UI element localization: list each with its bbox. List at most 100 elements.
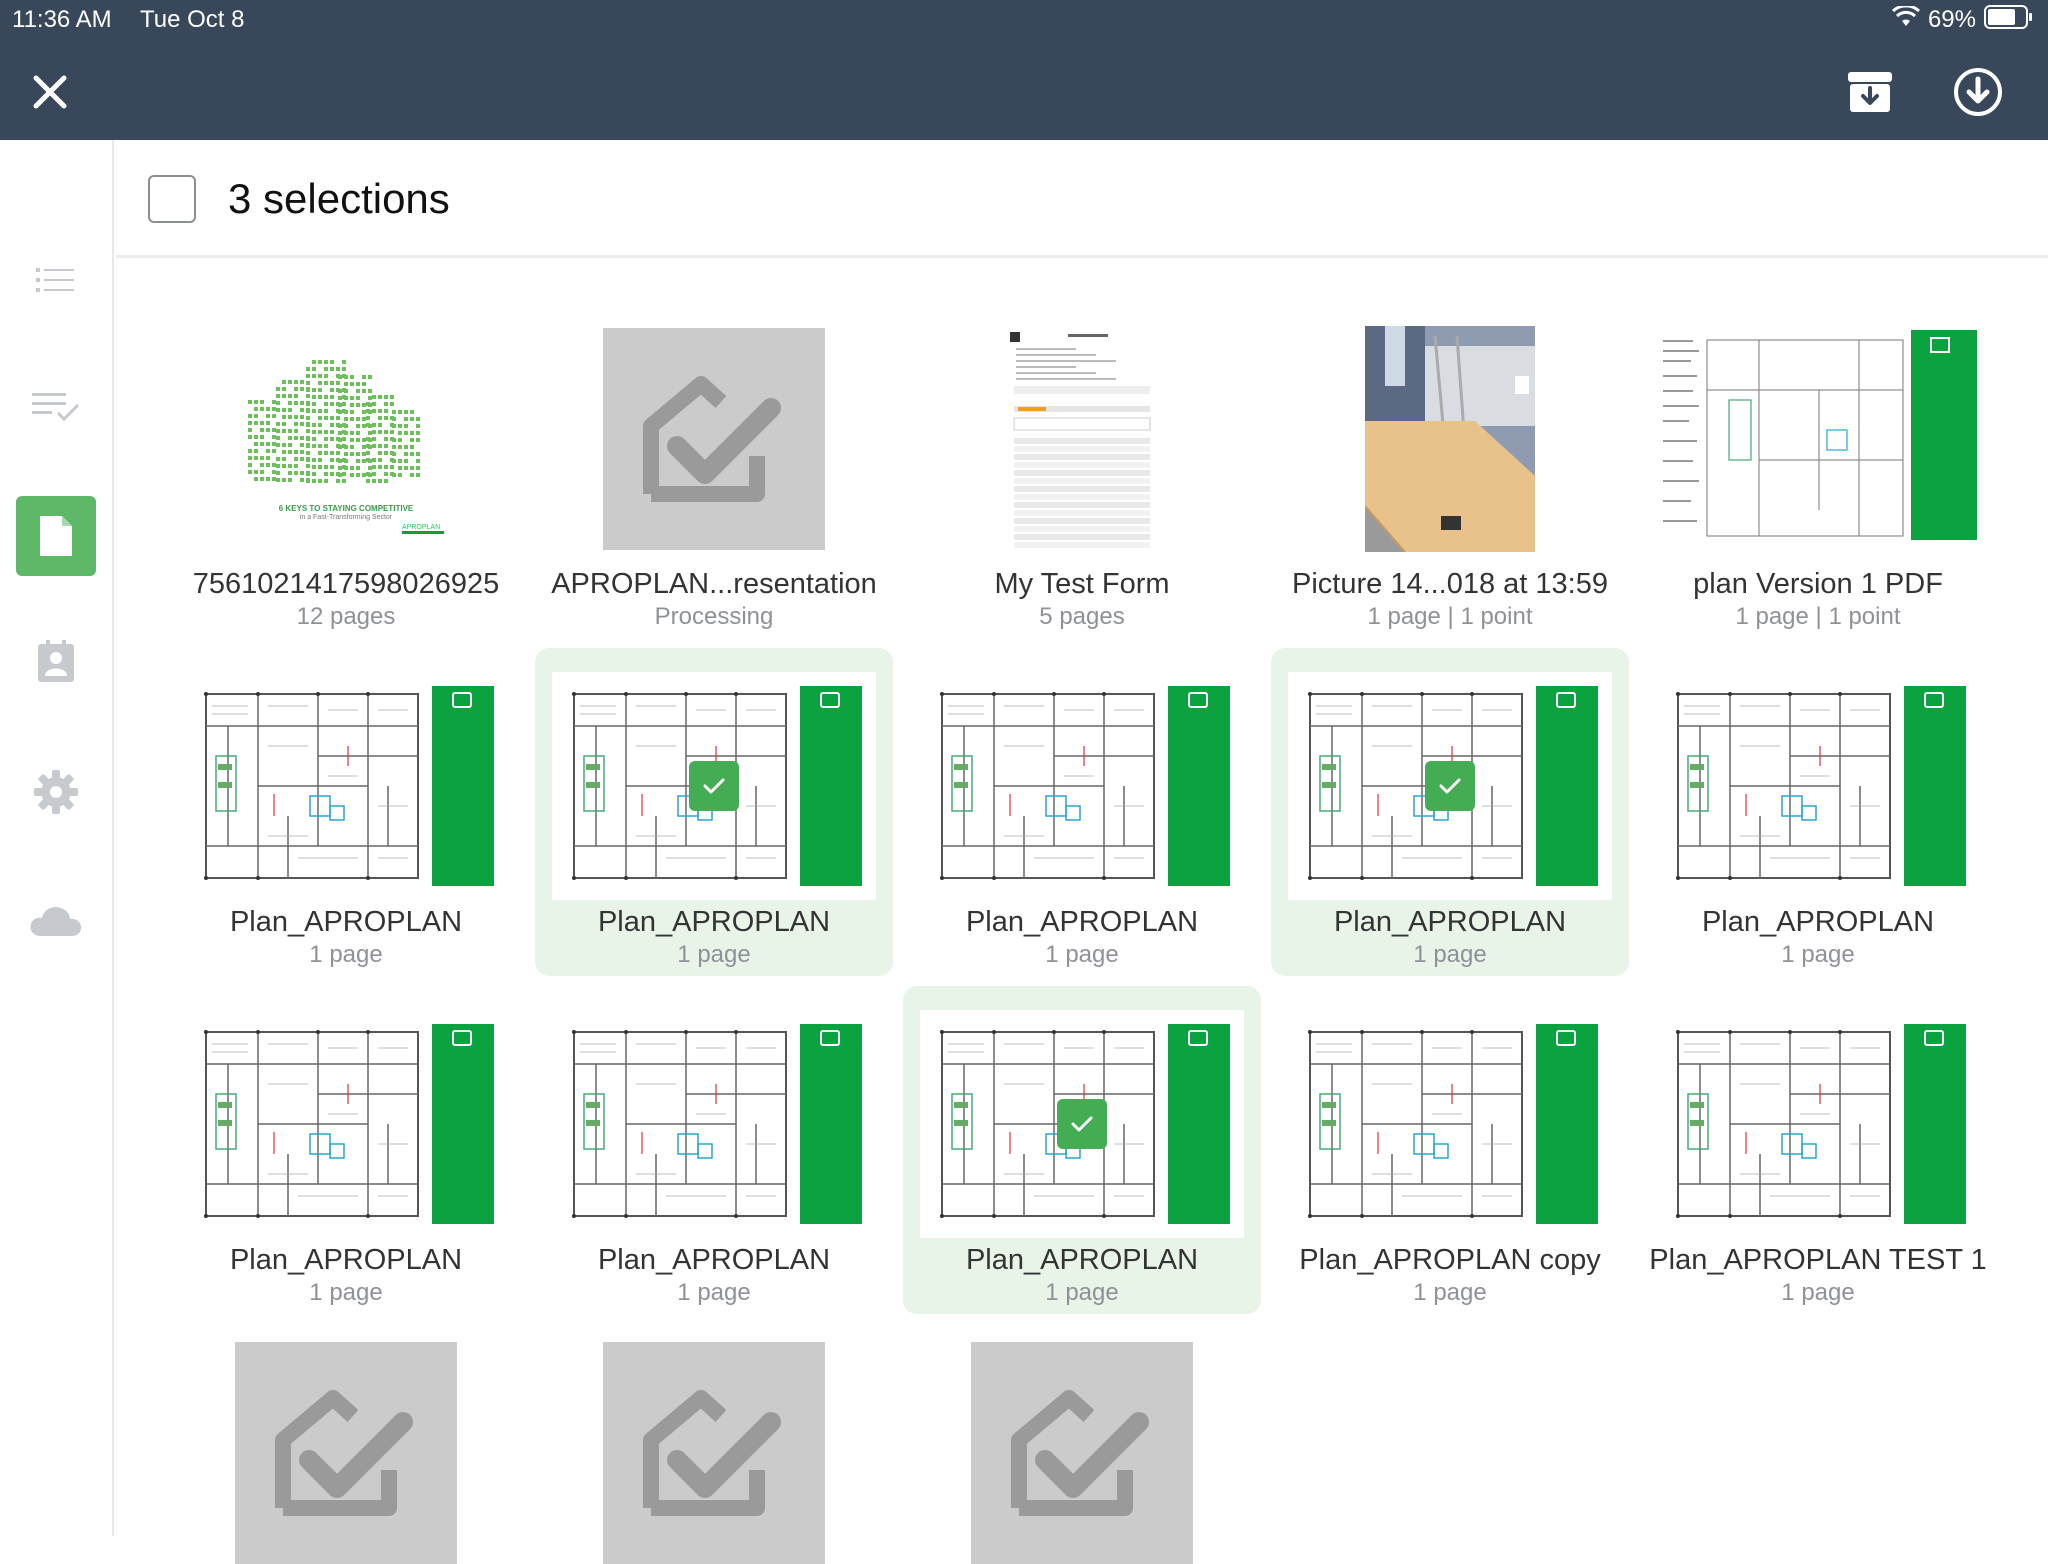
- plan-drawing: [204, 692, 419, 880]
- plan-thumbnail: [566, 686, 862, 886]
- aproplan-logo-icon: [452, 692, 472, 708]
- tile-subtitle: 1 page: [309, 941, 383, 968]
- sidebar-item-tasks[interactable]: [16, 366, 96, 446]
- sidebar: [0, 140, 114, 1536]
- aproplan-logo-icon: [1556, 692, 1576, 708]
- plan-thumbnail: [198, 1024, 494, 1224]
- plan-thumbnail: [566, 1024, 862, 1224]
- plan-thumbnail: [1302, 686, 1598, 886]
- plan-thumbnail: [198, 686, 494, 886]
- placeholder-thumbnail: [603, 1342, 825, 1564]
- document-tile[interactable]: Plan_APROPLAN 1 page: [903, 648, 1261, 976]
- status-time: 11:36 AM: [12, 6, 112, 33]
- document-tile[interactable]: Plan_APROPLAN 1 page: [167, 648, 525, 976]
- close-icon: [33, 75, 67, 109]
- tile-name: Picture 14...018 at 13:59: [1292, 568, 1608, 600]
- wifi-icon: [1891, 3, 1920, 35]
- aproplan-logo-icon: [1188, 1030, 1208, 1046]
- plan-brand-strip: [800, 686, 862, 886]
- document-tile[interactable]: Plan_APROPLAN 1 page: [1271, 648, 1629, 976]
- office-photo: [1364, 326, 1535, 553]
- tile-name: Plan_APROPLAN TEST 1: [1649, 1244, 1987, 1276]
- document-tile[interactable]: plan Version 1 PDF 1 page | 1 point: [1639, 310, 1997, 638]
- archive-icon: [1848, 72, 1892, 112]
- tile-name: Plan_APROPLAN: [229, 906, 463, 938]
- plan-brand-strip: [1168, 686, 1230, 886]
- form-thumbnail: [1008, 328, 1156, 550]
- plan-thumbnail: [1302, 1024, 1598, 1224]
- plan-drawing: [572, 692, 787, 880]
- document-tile[interactable]: [167, 1324, 525, 1564]
- plan-drawing: [940, 1030, 1155, 1218]
- cover-title: 6 KEYS TO STAYING COMPETITIVE: [278, 504, 414, 513]
- doc-cover-thumbnail: 6 KEYS TO STAYING COMPETITIVE in a Fast-T…: [216, 340, 476, 540]
- placeholder-thumbnail: [971, 1342, 1193, 1564]
- plan-thumbnail: [934, 1024, 1230, 1224]
- document-tile[interactable]: APROPLAN...resentation Processing: [535, 310, 893, 638]
- select-all-checkbox[interactable]: [148, 175, 196, 223]
- checkmark-icon: [1071, 1116, 1093, 1132]
- plan-brand-strip: [1904, 686, 1966, 886]
- document-tile[interactable]: Plan_APROPLAN 1 page: [535, 986, 893, 1314]
- tile-name: Plan_APROPLAN: [965, 1244, 1199, 1276]
- placeholder-thumbnail: [235, 1342, 457, 1564]
- plan-brand-strip: [1904, 1024, 1966, 1224]
- document-tile[interactable]: Plan_APROPLAN 1 page: [1639, 648, 1997, 976]
- tile-subtitle: 1 page: [677, 941, 751, 968]
- download-button[interactable]: [1952, 66, 2004, 118]
- document-tile[interactable]: Plan_APROPLAN copy 1 page: [1271, 986, 1629, 1314]
- document-tile[interactable]: Plan_APROPLAN 1 page: [167, 986, 525, 1314]
- sidebar-item-settings[interactable]: [16, 752, 96, 832]
- document-tile[interactable]: Plan_APROPLAN TEST 1 1 page: [1639, 986, 1997, 1314]
- document-tile[interactable]: My Test Form 5 pages: [903, 310, 1261, 638]
- document-tile[interactable]: 6 KEYS TO STAYING COMPETITIVE in a Fast-T…: [167, 310, 525, 638]
- checkmark-icon: [1439, 778, 1461, 794]
- tile-subtitle: 5 pages: [1039, 603, 1125, 630]
- document-tile[interactable]: [535, 1324, 893, 1564]
- tile-subtitle: 1 page: [1045, 941, 1119, 968]
- document-tile[interactable]: [903, 1324, 1261, 1564]
- settings-gear-icon: [34, 770, 78, 814]
- placeholder-check-icon: [1011, 1390, 1149, 1516]
- battery-icon: [1984, 4, 2034, 36]
- tile-subtitle: 1 page: [1413, 1279, 1487, 1306]
- placeholder-thumbnail: [603, 328, 825, 550]
- tile-name: Plan_APROPLAN: [1333, 906, 1567, 938]
- tile-subtitle: 1 page: [1781, 941, 1855, 968]
- tile-subtitle: 1 page | 1 point: [1735, 603, 1901, 630]
- tile-name: My Test Form: [994, 568, 1170, 600]
- archive-button[interactable]: [1844, 66, 1896, 118]
- tile-subtitle: 12 pages: [296, 603, 396, 630]
- tile-name: 7561021417598026925: [192, 568, 500, 600]
- top-bar: 11:36 AM Tue Oct 8 69%: [0, 0, 2048, 140]
- sidebar-item-cloud[interactable]: [16, 880, 96, 960]
- aproplan-logo-icon: [820, 1030, 840, 1046]
- placeholder-check-icon: [643, 376, 781, 502]
- selected-check-badge: [1425, 761, 1475, 811]
- plan-drawing: [572, 1030, 787, 1218]
- sidebar-item-documents[interactable]: [16, 496, 96, 576]
- close-button[interactable]: [28, 70, 72, 114]
- placeholder-check-icon: [275, 1390, 413, 1516]
- tile-name: Plan_APROPLAN: [229, 1244, 463, 1276]
- aproplan-logo-icon: [452, 1030, 472, 1046]
- document-tile[interactable]: Plan_APROPLAN 1 page: [903, 986, 1261, 1314]
- aproplan-logo-icon: [1188, 692, 1208, 708]
- plan-drawing: [940, 692, 1155, 880]
- aproplan-logo-icon: [1556, 1030, 1576, 1046]
- plan-brand-strip: [800, 1024, 862, 1224]
- tile-subtitle: 1 page: [1781, 1279, 1855, 1306]
- document-tile[interactable]: Picture 14...018 at 13:59 1 page | 1 poin…: [1271, 310, 1629, 638]
- tile-name: Plan_APROPLAN: [597, 906, 831, 938]
- document-tile[interactable]: Plan_APROPLAN 1 page: [535, 648, 893, 976]
- photo-thumbnail: [1364, 326, 1535, 553]
- tile-name: Plan_APROPLAN copy: [1299, 1244, 1601, 1276]
- sidebar-item-list[interactable]: [16, 240, 96, 320]
- plan-drawing: [1676, 1030, 1891, 1218]
- checklist-icon: [32, 393, 80, 422]
- tile-subtitle: 1 page | 1 point: [1367, 603, 1533, 630]
- status-indicators: 69%: [1891, 3, 2034, 36]
- tile-name: plan Version 1 PDF: [1693, 568, 1943, 600]
- sidebar-item-contacts[interactable]: [16, 622, 96, 702]
- selection-header: 3 selections: [116, 140, 2048, 258]
